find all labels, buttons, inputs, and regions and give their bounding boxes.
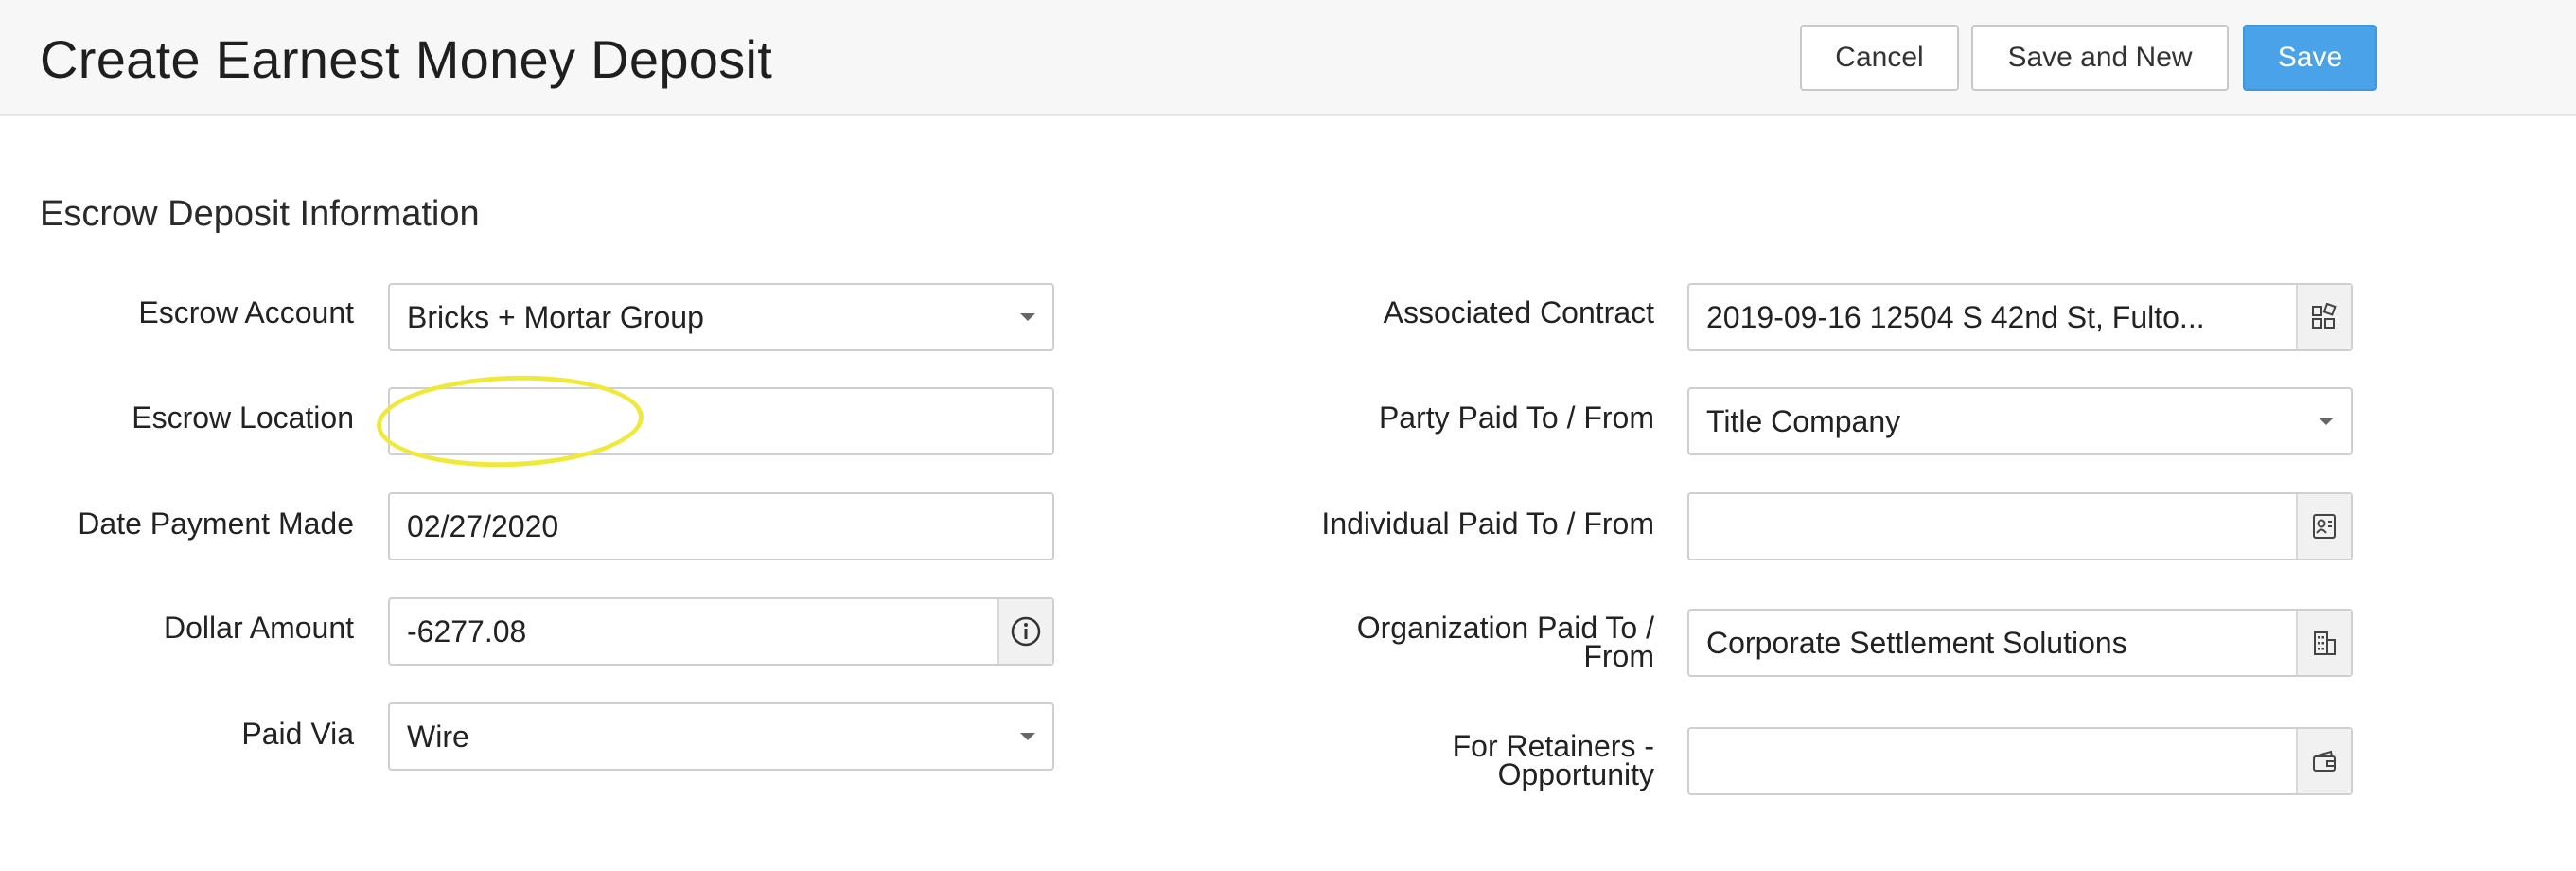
contact-card-icon: [2313, 514, 2336, 539]
contract-lookup-button[interactable]: [2296, 285, 2351, 349]
dollar-amount-label: Dollar Amount: [164, 611, 354, 645]
escrow-account-select[interactable]: Bricks + Mortar Group: [388, 283, 1054, 351]
organization-paid-label-line1: Organization Paid To /: [1356, 611, 1654, 645]
associated-contract-value: 2019-09-16 12504 S 42nd St, Fulto...: [1706, 299, 2205, 334]
organization-lookup-button[interactable]: [2296, 611, 2351, 675]
info-icon: [1011, 616, 1041, 647]
date-payment-value: 02/27/2020: [407, 508, 559, 543]
escrow-account-label: Escrow Account: [138, 295, 354, 329]
organization-paid-label: Organization Paid To / From: [1230, 611, 1654, 673]
cancel-button[interactable]: Cancel: [1800, 25, 1959, 91]
escrow-location-input[interactable]: [388, 387, 1054, 455]
retainers-lookup-button[interactable]: [2296, 729, 2351, 793]
building-icon: [2314, 631, 2336, 655]
date-payment-input[interactable]: 02/27/2020: [388, 492, 1054, 560]
retainers-label-line1: For Retainers -: [1452, 729, 1654, 763]
party-paid-select[interactable]: Title Company: [1687, 387, 2353, 455]
party-paid-label: Party Paid To / From: [1378, 400, 1654, 435]
chevron-down-icon: [2319, 418, 2334, 425]
chevron-down-icon: [1020, 313, 1035, 321]
save-and-new-button[interactable]: Save and New: [1971, 25, 2229, 91]
date-payment-label: Date Payment Made: [78, 507, 354, 541]
info-icon-button[interactable]: [997, 599, 1052, 664]
individual-lookup-button[interactable]: [2296, 494, 2351, 559]
retainers-label-line2: Opportunity: [1497, 757, 1654, 791]
retainers-lookup[interactable]: [1687, 727, 2353, 795]
individual-paid-lookup[interactable]: [1687, 492, 2353, 560]
save-button[interactable]: Save: [2243, 25, 2377, 91]
chevron-down-icon: [1020, 733, 1035, 740]
header-bar: Create Earnest Money Deposit Cancel Save…: [0, 0, 2576, 116]
dollar-amount-input[interactable]: -6277.08: [388, 597, 1054, 666]
lookup-grid-icon: [2312, 303, 2337, 329]
party-paid-value: Title Company: [1706, 403, 1901, 438]
paid-via-select[interactable]: Wire: [388, 702, 1054, 771]
paid-via-label: Paid Via: [241, 717, 354, 751]
individual-paid-label: Individual Paid To / From: [1321, 507, 1654, 541]
organization-paid-label-line2: From: [1583, 639, 1654, 673]
escrow-account-value: Bricks + Mortar Group: [407, 299, 704, 334]
associated-contract-label: Associated Contract: [1383, 295, 1654, 329]
retainers-label: For Retainers - Opportunity: [1230, 729, 1654, 791]
section-title: Escrow Deposit Information: [40, 194, 480, 234]
organization-paid-value: Corporate Settlement Solutions: [1706, 625, 2127, 660]
organization-paid-lookup[interactable]: Corporate Settlement Solutions: [1687, 609, 2353, 677]
paid-via-value: Wire: [407, 719, 469, 754]
associated-contract-lookup[interactable]: 2019-09-16 12504 S 42nd St, Fulto...: [1687, 283, 2353, 351]
escrow-location-label: Escrow Location: [132, 400, 354, 435]
wallet-icon: [2313, 750, 2336, 772]
page-title: Create Earnest Money Deposit: [40, 29, 773, 89]
dollar-amount-value: -6277.08: [407, 613, 527, 649]
